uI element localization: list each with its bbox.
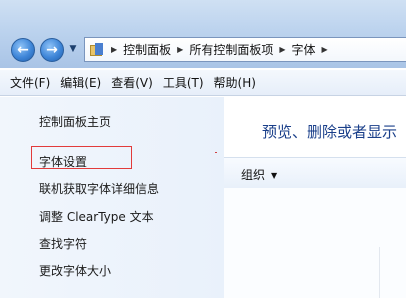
menu-tools[interactable]: 工具(T) (163, 74, 204, 91)
adjust-cleartype-link[interactable]: 调整 ClearType 文本 (39, 208, 154, 225)
back-arrow-icon: ← (17, 42, 29, 58)
chevron-down-icon: ▼ (271, 171, 278, 180)
organize-label: 组织 (241, 168, 266, 182)
address-bar[interactable]: ▶ 控制面板 ▶ 所有控制面板项 ▶ 字体 ▶ (84, 37, 406, 62)
column-divider (379, 247, 380, 298)
breadcrumb-all-items[interactable]: 所有控制面板项 (189, 41, 273, 58)
find-character-link[interactable]: 查找字符 (39, 235, 87, 252)
menu-edit[interactable]: 编辑(E) (60, 74, 101, 91)
font-settings-link[interactable]: 字体设置 (39, 153, 87, 170)
explorer-title-bar: ← → ▼ ▶ 控制面板 ▶ 所有控制面板项 ▶ 字体 ▶ (0, 0, 406, 68)
breadcrumb-control-panel[interactable]: 控制面板 (123, 41, 171, 58)
page-heading: 预览、删除或者显示 (262, 123, 398, 141)
back-button[interactable]: ← (11, 38, 35, 62)
chevron-down-icon: ▼ (69, 44, 77, 54)
breadcrumb-arrow-icon[interactable]: ▶ (322, 45, 328, 54)
breadcrumb-arrow-icon[interactable]: ▶ (177, 45, 183, 54)
forward-arrow-icon: → (46, 42, 58, 58)
control-panel-home-link[interactable]: 控制面板主页 (39, 113, 111, 130)
forward-button[interactable]: → (40, 38, 64, 62)
navigation-pane: 控制面板主页 字体设置 联机获取字体详细信息 调整 ClearType 文本 查… (0, 97, 224, 298)
control-panel-fonts-icon (89, 42, 105, 58)
command-toolbar: 组织 ▼ (224, 157, 406, 189)
organize-button[interactable]: 组织 ▼ (241, 166, 277, 183)
breadcrumb-arrow-icon[interactable]: ▶ (279, 45, 285, 54)
menu-help[interactable]: 帮助(H) (214, 74, 256, 91)
change-font-size-link[interactable]: 更改字体大小 (39, 262, 111, 279)
menu-file[interactable]: 文件(F) (10, 74, 50, 91)
menu-bar: 文件(F) 编辑(E) 查看(V) 工具(T) 帮助(H) (0, 70, 406, 96)
recent-pages-button[interactable]: ▼ (68, 44, 78, 54)
menu-view[interactable]: 查看(V) (111, 74, 153, 91)
breadcrumb-arrow-icon[interactable]: ▶ (111, 45, 117, 54)
red-mark (215, 152, 217, 153)
main-pane: 预览、删除或者显示 组织 ▼ (224, 97, 406, 298)
get-font-info-online-link[interactable]: 联机获取字体详细信息 (39, 180, 159, 197)
breadcrumb-fonts[interactable]: 字体 (292, 41, 316, 58)
